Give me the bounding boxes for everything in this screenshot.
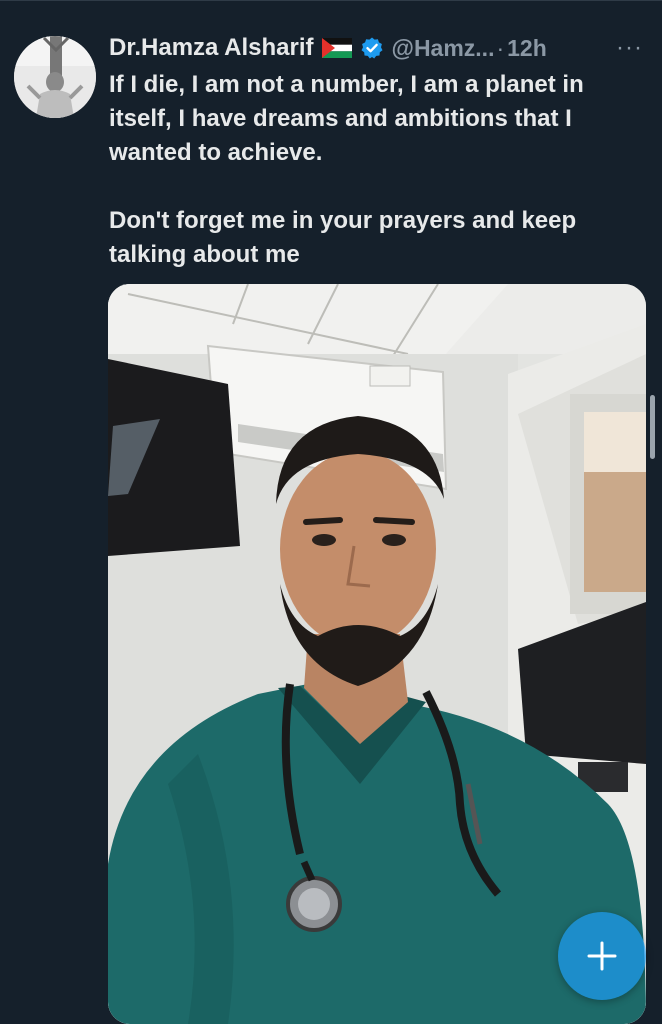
scrollbar[interactable]	[650, 395, 655, 459]
plus-icon	[587, 941, 617, 971]
tweet-text-paragraph: If I die, I am not a number, I am a plan…	[109, 71, 584, 166]
tweet-text: If I die, I am not a number, I am a plan…	[109, 68, 649, 272]
author-name[interactable]: Dr.Hamza Alsharif	[109, 34, 314, 62]
compose-button[interactable]	[558, 912, 646, 1000]
separator-dot: ·	[496, 34, 505, 61]
photo-doctor-selfie	[108, 284, 646, 1024]
avatar[interactable]	[14, 36, 96, 118]
tweet-photo[interactable]	[108, 284, 646, 1024]
tweet-text-paragraph: Don't forget me in your prayers and keep…	[109, 207, 577, 268]
verified-badge-icon	[360, 36, 384, 60]
more-options-icon[interactable]: ···	[616, 34, 643, 62]
top-divider	[0, 0, 662, 1]
tweet-timestamp[interactable]: 12h	[507, 35, 547, 62]
palestine-flag-icon	[321, 38, 352, 58]
avatar-image	[14, 36, 96, 118]
tweet-header: Dr.Hamza Alsharif @Hamz... · 12h	[109, 33, 547, 63]
author-handle[interactable]: @Hamz...	[392, 35, 495, 62]
